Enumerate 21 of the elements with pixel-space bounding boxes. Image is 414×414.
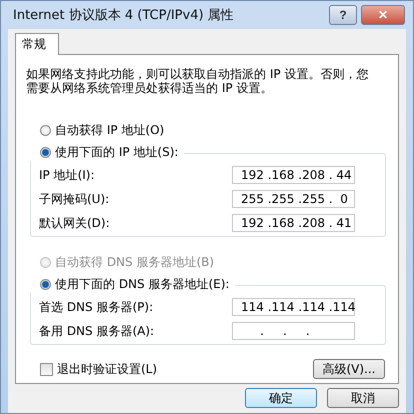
ip-address-field[interactable]: 192 .168 .208 . 41 [232, 214, 355, 232]
dialog-button[interactable]: 确定 [245, 388, 317, 408]
field-label: 首选 DNS 服务器(P): [39, 298, 154, 316]
field-label: IP 地址(I): [39, 166, 95, 184]
validate-checkbox[interactable]: 退出时验证设置(L) [40, 360, 158, 378]
ip-address-field[interactable]: 192 .168 .208 . 44 [232, 166, 355, 184]
description-text: 如果网络支持此功能，则可以获取自动指派的 IP 设置。否则，您需要从网络系统管理员处获得适当的 IP 设置。 [26, 67, 370, 95]
ip-address-field[interactable]: 255 .255 .255 . 0 [232, 190, 355, 208]
help-button[interactable]: ? [329, 5, 357, 25]
field-label: 默认网关(D): [39, 214, 110, 232]
field-label: 子网掩码(U): [39, 190, 110, 208]
tab[interactable]: 常规 [15, 33, 59, 55]
advanced-button[interactable]: 高级(V)... [313, 359, 385, 379]
dialog-button[interactable]: 取消 [327, 388, 399, 408]
radio-option[interactable]: 使用下面的 IP 地址(S): [40, 143, 178, 161]
field-label: 备用 DNS 服务器(A): [39, 322, 154, 340]
window-title: Internet 协议版本 4 (TCP/IPv4) 属性 [13, 7, 235, 24]
ip-address-field[interactable]: 114 .114 .114 .114 [232, 298, 355, 316]
radio-option[interactable]: 使用下面的 DNS 服务器地址(E): [40, 275, 230, 293]
radio-option[interactable]: 自动获得 IP 地址(O) [40, 121, 390, 139]
ip-address-field[interactable]: . . . [232, 322, 355, 340]
